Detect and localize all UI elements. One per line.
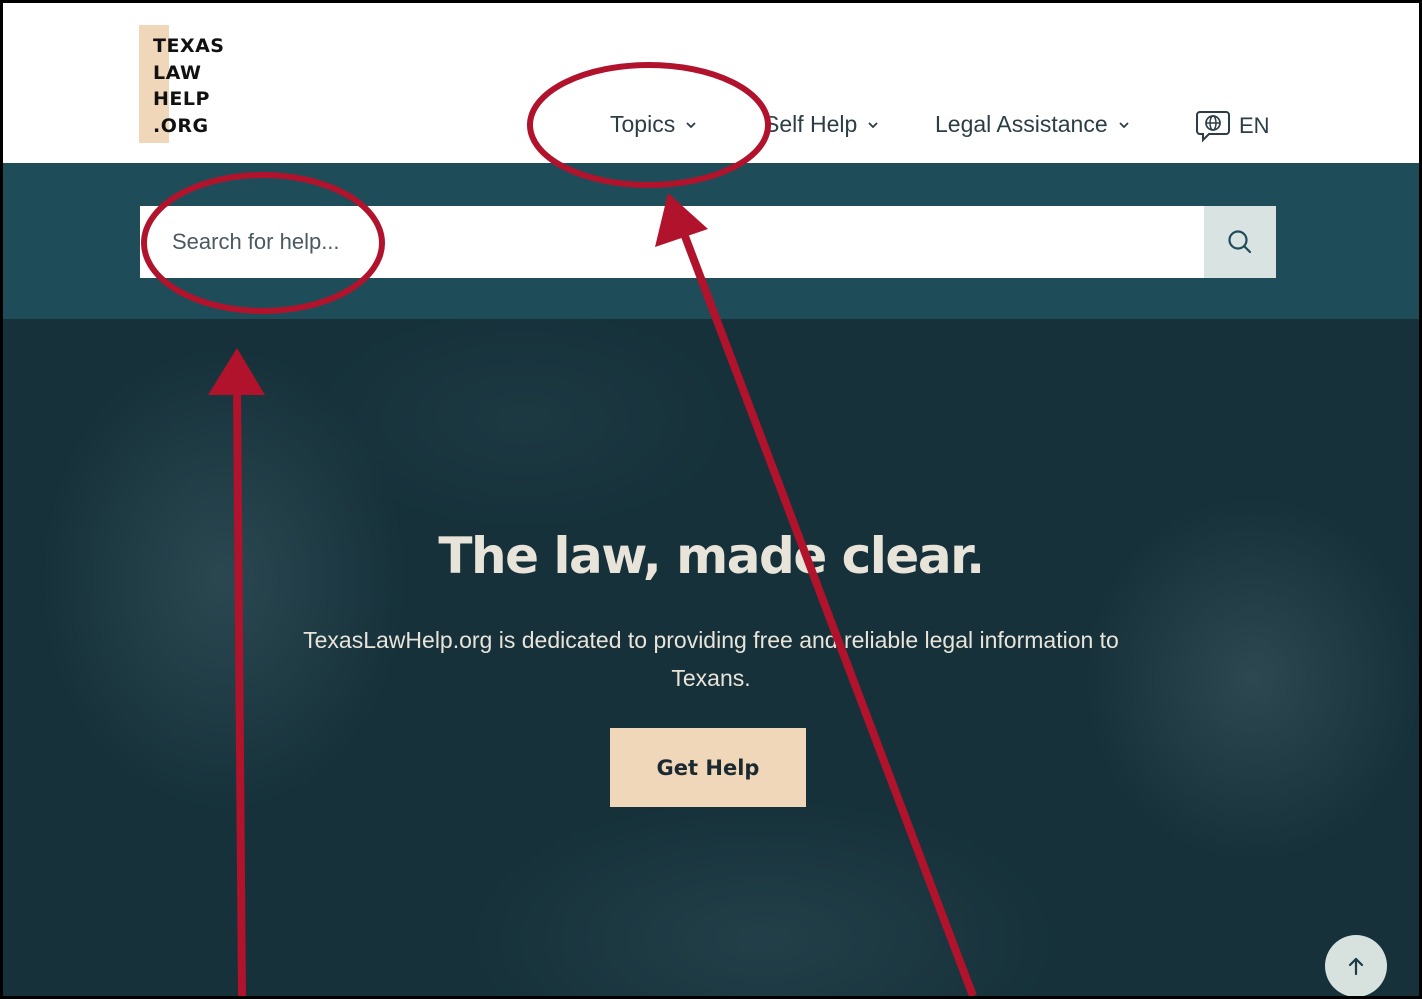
search-input[interactable] (140, 206, 1204, 278)
site-header: TEXAS LAW HELP .ORG Topics Self Help Leg… (3, 3, 1419, 163)
language-selector[interactable]: EN (1195, 109, 1270, 143)
hero-title: The law, made clear. (438, 527, 985, 585)
site-logo[interactable]: TEXAS LAW HELP .ORG (139, 25, 234, 143)
nav-legal-assistance-label: Legal Assistance (935, 111, 1108, 137)
search-icon (1228, 230, 1252, 254)
nav-topics-label: Topics (610, 111, 676, 137)
arrow-up-icon (1348, 957, 1364, 976)
globe-speech-icon (1196, 111, 1230, 143)
search-button[interactable] (1204, 206, 1276, 278)
chevron-down-icon (686, 121, 696, 128)
search-band (3, 163, 1419, 319)
nav-self-help[interactable]: Self Help (764, 111, 879, 138)
nav-legal-assistance[interactable]: Legal Assistance (935, 111, 1130, 138)
hero-section: The law, made clear. TexasLawHelp.org is… (3, 319, 1419, 996)
get-help-button[interactable]: Get Help (610, 728, 806, 807)
chevron-down-icon (868, 121, 878, 128)
hero-subtitle: TexasLawHelp.org is dedicated to providi… (303, 627, 1119, 691)
language-label: EN (1239, 113, 1270, 138)
nav-self-help-label: Self Help (764, 111, 858, 137)
scroll-to-top-button[interactable] (1325, 935, 1387, 996)
page-frame: TEXAS LAW HELP .ORG Topics Self Help Leg… (0, 0, 1422, 999)
logo-text: TEXAS LAW HELP .ORG (153, 35, 225, 137)
nav-topics[interactable]: Topics (610, 111, 697, 138)
chevron-down-icon (1118, 121, 1129, 128)
